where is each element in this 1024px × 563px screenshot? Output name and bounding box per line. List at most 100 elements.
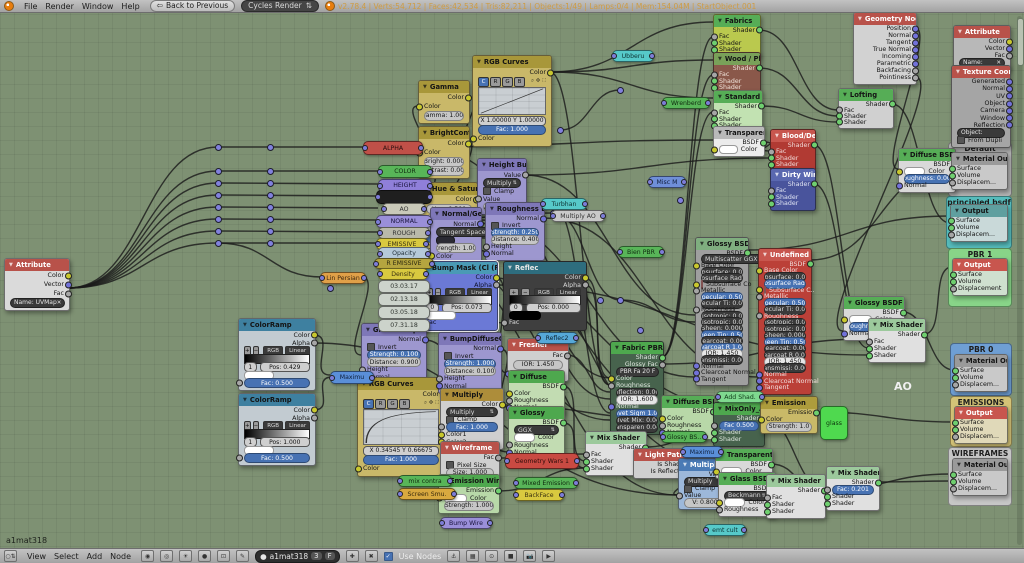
- socket-output[interactable]: [912, 25, 919, 32]
- node-header[interactable]: ▼ Attribute: [954, 26, 1010, 38]
- channel-c-button[interactable]: C: [478, 76, 489, 87]
- collapse-triangle-icon[interactable]: ▼: [490, 206, 494, 212]
- text-field[interactable]: Name: UVMap ✕: [10, 297, 66, 308]
- value-slider[interactable]: Fac: 0.500: [244, 378, 310, 388]
- node-header[interactable]: ▼BrightContrast: [419, 127, 469, 139]
- socket-input[interactable]: [506, 441, 513, 449]
- channel-g-button[interactable]: G: [502, 76, 513, 87]
- socket-output[interactable]: [422, 336, 429, 344]
- checkbox[interactable]: [483, 187, 491, 195]
- pill-output-dot[interactable]: [573, 335, 579, 341]
- node-header[interactable]: ▼ Undefined: [759, 249, 811, 261]
- socket-output[interactable]: [813, 409, 820, 416]
- pill-lbl-glass[interactable]: glass: [820, 406, 848, 440]
- socket-input[interactable]: [952, 374, 959, 381]
- material-datablock[interactable]: ● a1mat318 3 F: [255, 549, 340, 563]
- socket-output[interactable]: [912, 60, 919, 67]
- socket-output[interactable]: [493, 281, 500, 289]
- socket-output[interactable]: [889, 100, 896, 108]
- socket-input[interactable]: [583, 451, 590, 458]
- socket-input[interactable]: [768, 200, 775, 208]
- channel-r-button[interactable]: R: [375, 398, 386, 409]
- snap-element-icon[interactable]: ■: [504, 550, 518, 562]
- pill-output-dot[interactable]: [559, 492, 565, 498]
- render-anim-icon[interactable]: ▶: [542, 550, 556, 562]
- node-reflec[interactable]: ▼ Reflec Color Alpha + − RGB Linear 0 Pos: 0.000 F…: [501, 261, 589, 331]
- pill-lbl-bien-pbr[interactable]: Bien PBR: [617, 246, 665, 258]
- socket-output[interactable]: [540, 215, 547, 222]
- vertical-scrollbar[interactable]: [1017, 16, 1024, 545]
- collapse-triangle-icon[interactable]: ▼: [718, 18, 722, 24]
- menu-help[interactable]: Help: [117, 2, 143, 11]
- node-header[interactable]: ▼ Fabric PBR: [611, 342, 663, 354]
- socket-input[interactable]: [608, 375, 615, 382]
- pill-input-dot[interactable]: [617, 249, 623, 255]
- socket-output[interactable]: [465, 94, 472, 101]
- collapse-triangle-icon[interactable]: ▼: [763, 252, 767, 258]
- node-output-emissions[interactable]: ▼ Output Surface Volume Displacem...: [952, 406, 1008, 444]
- node-geometry-node[interactable]: ▼Geometry NodePositionNormalTangentTrue …: [853, 12, 919, 85]
- pill-output-dot[interactable]: [649, 53, 655, 59]
- use-nodes-checkbox[interactable]: ✓: [383, 551, 393, 561]
- reroute-dot[interactable]: [267, 240, 274, 247]
- socket-input[interactable]: [866, 352, 873, 359]
- reroute-dot[interactable]: [215, 204, 222, 211]
- collapse-triangle-icon[interactable]: ▼: [666, 399, 670, 405]
- socket-output[interactable]: [560, 383, 567, 390]
- socket-input[interactable]: [693, 287, 700, 295]
- socket-input[interactable]: [756, 293, 763, 301]
- node-header[interactable]: ▼Diffuse BSDF: [662, 396, 714, 408]
- socket-output[interactable]: [912, 74, 919, 81]
- socket-output[interactable]: [1006, 85, 1013, 93]
- row-label[interactable]: Name: UVMap: [14, 299, 57, 306]
- collapse-triangle-icon[interactable]: ▼: [366, 327, 370, 333]
- socket-input[interactable]: [583, 458, 590, 465]
- collapse-triangle-icon[interactable]: ▼: [508, 265, 512, 271]
- collapse-triangle-icon[interactable]: ▼: [765, 400, 769, 406]
- pill-input-dot[interactable]: [362, 145, 368, 151]
- node-material-output-default[interactable]: ▼Material Ou..SurfaceVolumeDisplacem...: [949, 152, 1008, 190]
- menu-window[interactable]: Window: [78, 2, 118, 11]
- node-editor-canvas[interactable]: Default principled bsdf PBR 1 PBR 0 EMISSION…: [0, 0, 1024, 563]
- pill-lbl-glossy-bs[interactable]: Glossy BS..: [660, 431, 708, 443]
- collapse-triangle-icon[interactable]: ▼: [959, 410, 963, 416]
- reroute-dot[interactable]: [597, 297, 604, 304]
- socket-output[interactable]: [912, 32, 919, 39]
- socket-output[interactable]: [756, 64, 763, 72]
- value-slider[interactable]: Fac: 1.000: [478, 124, 546, 135]
- collapse-triangle-icon[interactable]: ▼: [435, 211, 439, 217]
- socket-input[interactable]: [506, 390, 513, 397]
- socket-input[interactable]: [824, 500, 831, 507]
- pill-lbl-alpha[interactable]: ALPHA: [362, 141, 424, 155]
- socket-input[interactable]: [416, 103, 423, 110]
- node-fabrics[interactable]: ▼ Fabrics Shader Fac Shader Shader: [711, 14, 763, 57]
- node-output-principled[interactable]: ▼ Output Surface Volume Displacem...: [948, 204, 1008, 242]
- node-material-output-pbr0[interactable]: ▼Material Ou..SurfaceVolumeDisplacem...: [952, 354, 1008, 392]
- socket-input[interactable]: [950, 285, 957, 292]
- pill-input-dot[interactable]: [381, 206, 387, 212]
- pill-output-dot[interactable]: [574, 458, 580, 464]
- collapse-triangle-icon[interactable]: ▼: [512, 342, 516, 348]
- socket-input[interactable]: [711, 436, 718, 443]
- socket-input[interactable]: [836, 118, 843, 126]
- socket-output[interactable]: [311, 414, 318, 422]
- collapse-triangle-icon[interactable]: ▼: [513, 410, 517, 416]
- socket-input[interactable]: [949, 165, 956, 172]
- reroute-dot[interactable]: [215, 144, 222, 151]
- pill-lbl-reflec2[interactable]: Reflec2: [535, 332, 579, 344]
- node-mix-shader-bottomright[interactable]: ▼ Mix Shader Shader Fac Shader Shader: [764, 474, 828, 519]
- pill-lbl-ao[interactable]: AO: [381, 203, 427, 215]
- channel-b-button[interactable]: B: [514, 76, 525, 87]
- socket-output[interactable]: [659, 354, 666, 361]
- reroute-dot[interactable]: [327, 285, 334, 292]
- collapse-triangle-icon[interactable]: ▼: [683, 462, 687, 468]
- pill-input-dot[interactable]: [375, 194, 381, 200]
- socket-input[interactable]: [236, 379, 243, 387]
- pill-output-dot[interactable]: [427, 182, 433, 189]
- socket-output[interactable]: [756, 26, 763, 34]
- footer-menu-select[interactable]: Select: [50, 552, 83, 561]
- node-header[interactable]: ▼ Diffuse: [509, 371, 564, 383]
- node-bump-diffuse-glossy[interactable]: ▼BumpDiffuseGlossyNormalInvertStrength: …: [436, 332, 504, 394]
- pill-lbl-misc-m[interactable]: Misc M: [647, 176, 687, 188]
- pill-output-dot[interactable]: [423, 271, 429, 277]
